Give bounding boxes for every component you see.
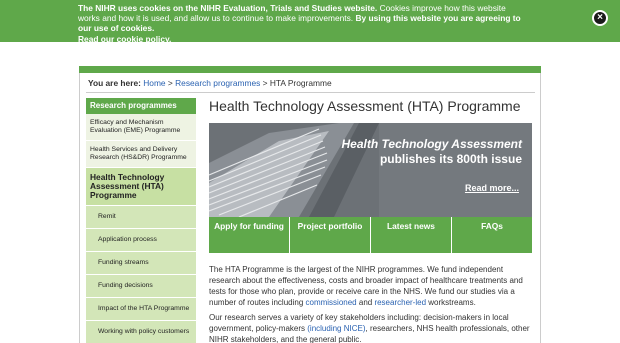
- researcher-led-link[interactable]: researcher-led: [374, 298, 426, 307]
- sidebar-item-eme[interactable]: Efficacy and Mechanism Evaluation (EME) …: [86, 114, 196, 141]
- intro-text: workstreams.: [426, 298, 476, 307]
- latest-news-button[interactable]: Latest news: [370, 217, 451, 253]
- close-icon[interactable]: ×: [592, 10, 608, 26]
- sidebar-subitem-application-process[interactable]: Application process: [86, 229, 196, 252]
- cookie-text-bold-1: The NIHR uses cookies on the NIHR Evalua…: [78, 3, 378, 13]
- banner-title: Health Technology Assessment: [341, 137, 523, 151]
- divider: [86, 92, 535, 93]
- breadcrumb-research-link[interactable]: Research programmes: [175, 78, 260, 88]
- breadcrumb-label: You are here:: [88, 78, 141, 88]
- intro-text: and: [356, 298, 375, 307]
- sidebar-subitem-funding-streams[interactable]: Funding streams: [86, 252, 196, 275]
- breadcrumb-separator: >: [165, 78, 176, 88]
- commissioned-link[interactable]: commissioned: [306, 298, 357, 307]
- breadcrumb: You are here: Home > Research programmes…: [88, 78, 332, 88]
- sidebar-item-hsdr[interactable]: Health Services and Delivery Research (H…: [86, 141, 196, 168]
- breadcrumb-current: HTA Programme: [269, 78, 332, 88]
- sidebar: Research programmes Efficacy and Mechani…: [86, 98, 196, 343]
- breadcrumb-home-link[interactable]: Home: [143, 78, 165, 88]
- cookie-banner: The NIHR uses cookies on the NIHR Evalua…: [0, 0, 620, 44]
- top-accent-bar: [79, 66, 541, 73]
- sidebar-heading[interactable]: Research programmes: [86, 98, 196, 114]
- stakeholders-paragraph: Our research serves a variety of key sta…: [209, 312, 532, 343]
- faqs-button[interactable]: FAQs: [451, 217, 532, 253]
- cookie-policy-link[interactable]: Read our cookie policy.: [78, 34, 171, 44]
- page-title: Health Technology Assessment (HTA) Progr…: [209, 98, 521, 114]
- sidebar-subitem-policy-customers[interactable]: Working with policy customers: [86, 321, 196, 343]
- sidebar-subitem-remit[interactable]: Remit: [86, 206, 196, 229]
- quick-links: Apply for funding Project portfolio Late…: [209, 217, 532, 253]
- main-content: Health Technology Assessment (HTA) Progr…: [209, 98, 532, 343]
- banner-subtitle: publishes its 800th issue: [379, 152, 522, 166]
- cookie-text: The NIHR uses cookies on the NIHR Evalua…: [78, 3, 528, 33]
- banner-text: Health Technology Assessment publishes i…: [342, 137, 523, 167]
- apply-for-funding-button[interactable]: Apply for funding: [209, 217, 289, 253]
- project-portfolio-button[interactable]: Project portfolio: [289, 217, 370, 253]
- intro-paragraph: The HTA Programme is the largest of the …: [209, 264, 532, 308]
- feature-banner[interactable]: Health Technology Assessment publishes i…: [209, 123, 532, 217]
- read-more-link[interactable]: Read more...: [465, 183, 519, 193]
- nice-link[interactable]: (including NICE): [307, 324, 365, 333]
- sidebar-subitem-impact[interactable]: Impact of the HTA Programme: [86, 298, 196, 321]
- sidebar-item-hta[interactable]: Health Technology Assessment (HTA) Progr…: [86, 168, 196, 206]
- sidebar-subitem-funding-decisions[interactable]: Funding decisions: [86, 275, 196, 298]
- breadcrumb-separator: >: [260, 78, 270, 88]
